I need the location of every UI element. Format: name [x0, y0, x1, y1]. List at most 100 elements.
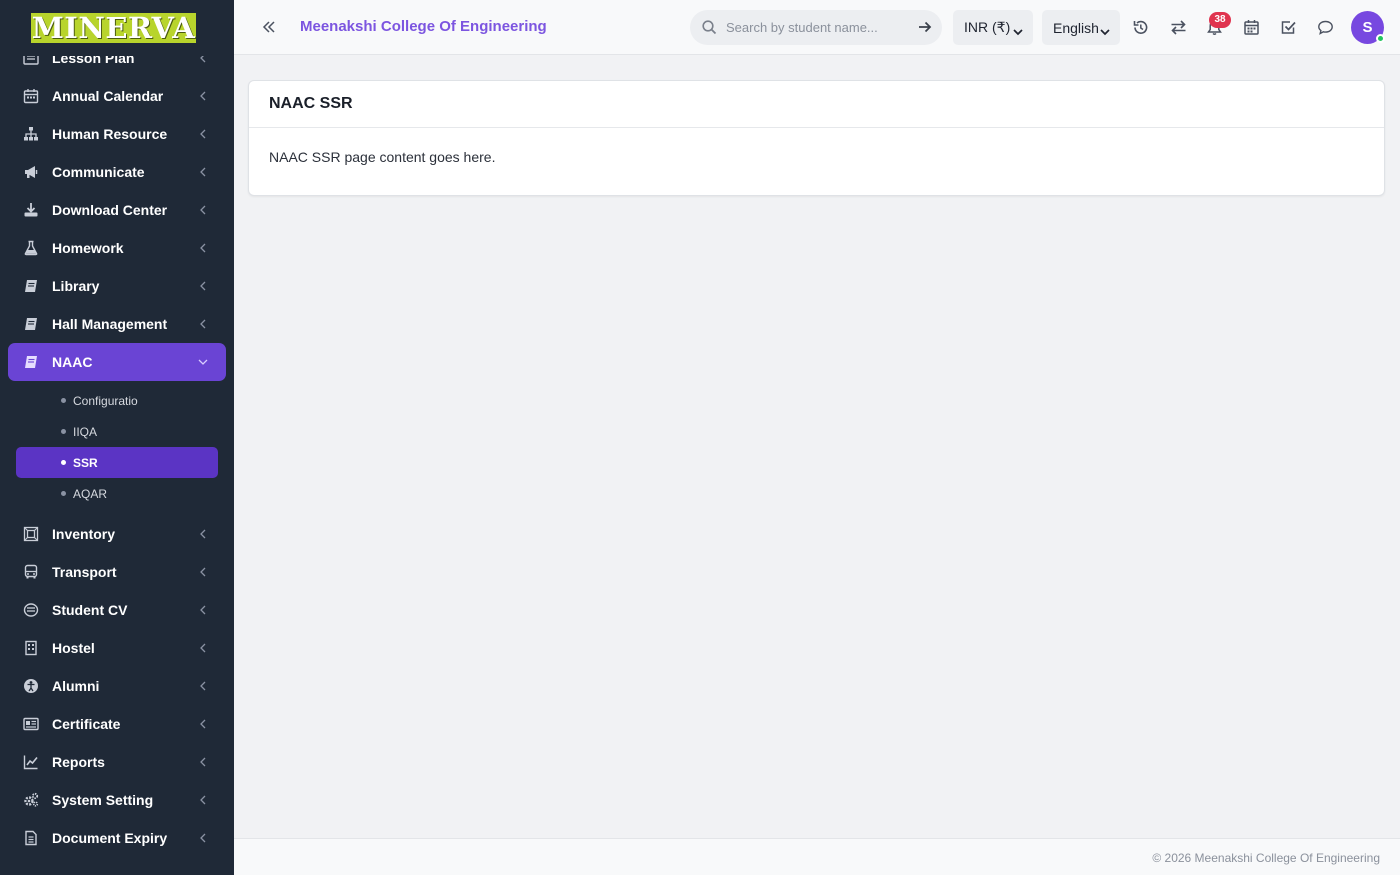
bullet-icon: [61, 460, 66, 465]
sidebar-item-label: Human Resource: [52, 126, 168, 142]
calendar-icon[interactable]: [1242, 18, 1260, 36]
bus-icon: [22, 564, 39, 580]
arrow-right-icon[interactable]: [918, 20, 932, 34]
naac-submenu: Configuratio IIQA SSR AQAR: [0, 385, 234, 509]
sidebar-item-label: NAAC: [52, 354, 93, 370]
switch-icon[interactable]: [1169, 18, 1187, 36]
chevron-left-icon: [198, 242, 208, 254]
chevron-left-icon: [198, 318, 208, 330]
card-title: NAAC SSR: [249, 81, 1384, 128]
chevron-left-icon: [198, 128, 208, 140]
sidebar-item-label: Hostel: [52, 640, 95, 656]
sidebar: Lesson Plan Annual Calendar Human Resour…: [0, 0, 234, 875]
chevron-down-icon: [1100, 23, 1110, 36]
bullet-icon: [61, 398, 66, 403]
submenu-item-iiqa[interactable]: IIQA: [16, 416, 218, 447]
sidebar-item-library[interactable]: Library: [8, 267, 226, 305]
building-icon: [22, 640, 39, 656]
sidebar-item-download-center[interactable]: Download Center: [8, 191, 226, 229]
sidebar-item-label: Hall Management: [52, 316, 168, 332]
sidebar-item-document-expiry[interactable]: Document Expiry: [8, 819, 226, 857]
footer: © 2026 Meenakshi College Of Engineering: [234, 838, 1400, 875]
book-icon: [22, 316, 39, 332]
topbar: Meenakshi College Of Engineering INR (₹)…: [234, 0, 1400, 55]
submenu-item-aqar[interactable]: AQAR: [16, 478, 218, 509]
sidebar-item-hall-management[interactable]: Hall Management: [8, 305, 226, 343]
chevron-left-icon: [198, 718, 208, 730]
chevron-left-icon: [198, 794, 208, 806]
search-input[interactable]: [726, 10, 906, 45]
sidebar-item-transport[interactable]: Transport: [8, 553, 226, 591]
alumni-icon: [22, 678, 39, 694]
chevron-left-icon: [198, 90, 208, 102]
sidebar-item-label: Transport: [52, 564, 117, 580]
card-body-text: NAAC SSR page content goes here.: [269, 149, 496, 165]
sidebar-item-communicate[interactable]: Communicate: [8, 153, 226, 191]
chevron-down-icon: [198, 356, 208, 368]
collapse-sidebar-icon[interactable]: [260, 18, 278, 36]
submenu-item-label: IIQA: [73, 424, 98, 439]
college-title[interactable]: Meenakshi College Of Engineering: [300, 18, 547, 35]
chevron-left-icon: [198, 604, 208, 616]
sidebar-menu: Lesson Plan Annual Calendar Human Resour…: [0, 39, 234, 857]
logo[interactable]: MINERVA: [31, 13, 196, 43]
sidebar-item-annual-calendar[interactable]: Annual Calendar: [8, 77, 226, 115]
footer-copyright: © 2026 Meenakshi College Of Engineering: [1152, 851, 1380, 865]
chevron-down-icon: [1013, 23, 1023, 36]
sidebar-item-label: Communicate: [52, 164, 145, 180]
sidebar-item-label: Library: [52, 278, 100, 294]
book-icon: [22, 278, 39, 294]
sidebar-item-label: Document Expiry: [52, 830, 168, 846]
sidebar-item-alumni[interactable]: Alumni: [8, 667, 226, 705]
sidebar-item-human-resource[interactable]: Human Resource: [8, 115, 226, 153]
search-icon: [702, 20, 717, 35]
bullet-icon: [61, 429, 66, 434]
sidebar-item-label: Inventory: [52, 526, 116, 542]
chat-icon[interactable]: [1316, 18, 1334, 36]
checkbox-icon[interactable]: [1279, 18, 1297, 36]
sidebar-item-homework[interactable]: Homework: [8, 229, 226, 267]
sidebar-item-label: Alumni: [52, 678, 100, 694]
sidebar-item-label: Homework: [52, 240, 124, 256]
sidebar-item-hostel[interactable]: Hostel: [8, 629, 226, 667]
chevron-left-icon: [198, 642, 208, 654]
submenu-item-label: Configuratio: [73, 393, 138, 408]
book-icon: [22, 354, 39, 370]
flask-icon: [22, 240, 39, 256]
cv-icon: [22, 602, 39, 618]
student-search: [690, 10, 942, 45]
bullet-icon: [61, 491, 66, 496]
bullhorn-icon: [22, 164, 39, 180]
chevron-left-icon: [198, 166, 208, 178]
submenu-item-label: AQAR: [73, 486, 108, 501]
sidebar-item-label: Annual Calendar: [52, 88, 164, 104]
chart-line-icon: [22, 754, 39, 770]
sidebar-item-label: Reports: [52, 754, 105, 770]
currency-value: INR (₹): [964, 19, 1011, 35]
currency-select[interactable]: INR (₹): [953, 10, 1033, 45]
sidebar-item-system-setting[interactable]: System Setting: [8, 781, 226, 819]
document-icon: [22, 830, 39, 846]
download-icon: [22, 202, 39, 218]
sidebar-item-inventory[interactable]: Inventory: [8, 515, 226, 553]
sidebar-item-student-cv[interactable]: Student CV: [8, 591, 226, 629]
online-status-dot: [1376, 34, 1385, 43]
submenu-item-label: SSR: [73, 455, 98, 470]
calendar-icon: [22, 88, 39, 104]
language-select[interactable]: English: [1042, 10, 1120, 45]
gears-icon: [22, 792, 39, 808]
submenu-item-ssr[interactable]: SSR: [16, 447, 218, 478]
inventory-icon: [22, 526, 39, 542]
language-value: English: [1053, 19, 1099, 36]
sidebar-item-reports[interactable]: Reports: [8, 743, 226, 781]
sidebar-item-naac[interactable]: NAAC: [8, 343, 226, 381]
sidebar-item-label: Certificate: [52, 716, 121, 732]
sidebar-item-certificate[interactable]: Certificate: [8, 705, 226, 743]
history-icon[interactable]: [1131, 18, 1149, 36]
submenu-item-configuration[interactable]: Configuratio: [16, 385, 218, 416]
sidebar-item-label: System Setting: [52, 792, 154, 808]
chevron-left-icon: [198, 832, 208, 844]
chevron-left-icon: [198, 756, 208, 768]
chevron-left-icon: [198, 566, 208, 578]
sitemap-icon: [22, 126, 39, 142]
